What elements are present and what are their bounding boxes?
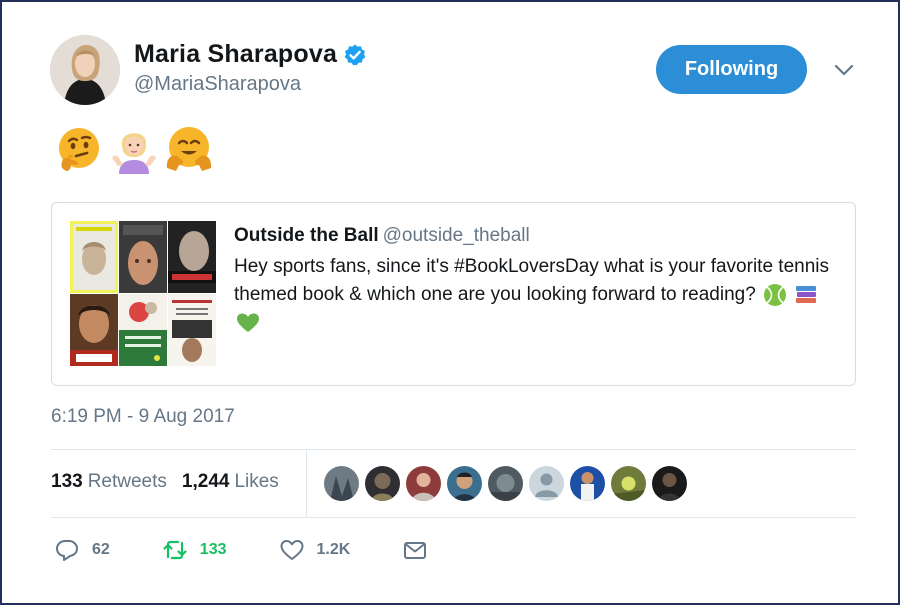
thinking-face-icon <box>59 128 99 171</box>
tweet-actions: 62 133 1.2K <box>54 537 492 563</box>
author-handle[interactable]: @MariaSharapova <box>134 73 301 96</box>
likes-label: Likes <box>234 471 279 492</box>
green-heart-icon <box>237 313 259 332</box>
likes-stat[interactable]: 1,244 Likes <box>182 471 279 493</box>
book-cover <box>119 294 167 366</box>
default-avatar-icon[interactable] <box>529 466 564 501</box>
divider <box>51 517 856 518</box>
heart-icon <box>280 540 303 560</box>
chevron-down-icon[interactable] <box>832 60 856 80</box>
quoted-tweet-text: Hey sports fans, since it's #BookLoversD… <box>234 253 834 337</box>
quoted-tweet-body: Hey sports fans, since it's #BookLoversD… <box>234 256 830 305</box>
reply-button[interactable]: 62 <box>54 537 110 563</box>
reply-icon <box>56 540 78 561</box>
reply-count: 62 <box>92 541 110 558</box>
quoted-tweet[interactable]: Outside the Ball @outside_theball Hey spo… <box>51 202 856 386</box>
tweet-stats: 133 Retweets 1,244 Likes <box>51 471 279 493</box>
book-collage-image[interactable] <box>70 221 216 367</box>
person-shrugging-icon <box>112 133 156 174</box>
direct-message-button[interactable] <box>402 537 440 563</box>
tweet-timestamp[interactable]: 6:19 PM - 9 Aug 2017 <box>51 406 235 428</box>
liker-avatar[interactable] <box>324 466 359 501</box>
retweets-stat[interactable]: 133 Retweets <box>51 471 167 493</box>
stats-separator <box>306 450 307 517</box>
liker-avatar[interactable] <box>488 466 523 501</box>
liker-avatar[interactable] <box>406 466 441 501</box>
tennis-ball-icon <box>764 283 787 306</box>
like-button[interactable]: 1.2K <box>279 537 351 563</box>
retweets-count: 133 <box>51 471 83 492</box>
retweet-icon <box>163 540 187 560</box>
quoted-author-name[interactable]: Outside the Ball <box>234 225 379 246</box>
like-count: 1.2K <box>316 541 351 558</box>
quoted-tweet-header: Outside the Ball @outside_theball <box>234 225 530 247</box>
quoted-author-handle[interactable]: @outside_theball <box>383 225 530 246</box>
tweet-text <box>54 124 214 174</box>
author-name[interactable]: Maria Sharapova <box>134 40 337 69</box>
liker-avatar[interactable] <box>447 466 482 501</box>
retweet-count: 133 <box>199 541 227 558</box>
avatar[interactable] <box>50 35 120 105</box>
retweets-label: Retweets <box>87 471 167 492</box>
tweet-card: Maria Sharapova @MariaSharapova Followin… <box>0 0 900 605</box>
liker-avatar[interactable] <box>611 466 646 501</box>
divider <box>51 449 856 450</box>
liker-avatar[interactable] <box>365 466 400 501</box>
verified-badge-icon <box>344 44 366 65</box>
liker-avatar[interactable] <box>652 466 687 501</box>
likes-count: 1,244 <box>181 471 230 492</box>
book-cover <box>70 294 118 366</box>
retweet-button[interactable]: 133 <box>162 537 227 563</box>
liker-avatar[interactable] <box>570 466 605 501</box>
hugging-face-icon <box>166 127 212 171</box>
book-cover <box>119 221 167 293</box>
books-icon <box>796 285 817 303</box>
envelope-icon <box>404 542 427 559</box>
book-cover <box>168 294 216 366</box>
author-name-row: Maria Sharapova <box>134 40 367 69</box>
following-button[interactable]: Following <box>656 45 807 94</box>
book-cover <box>168 221 216 293</box>
likers-avatars <box>324 466 687 501</box>
book-cover <box>70 221 118 293</box>
